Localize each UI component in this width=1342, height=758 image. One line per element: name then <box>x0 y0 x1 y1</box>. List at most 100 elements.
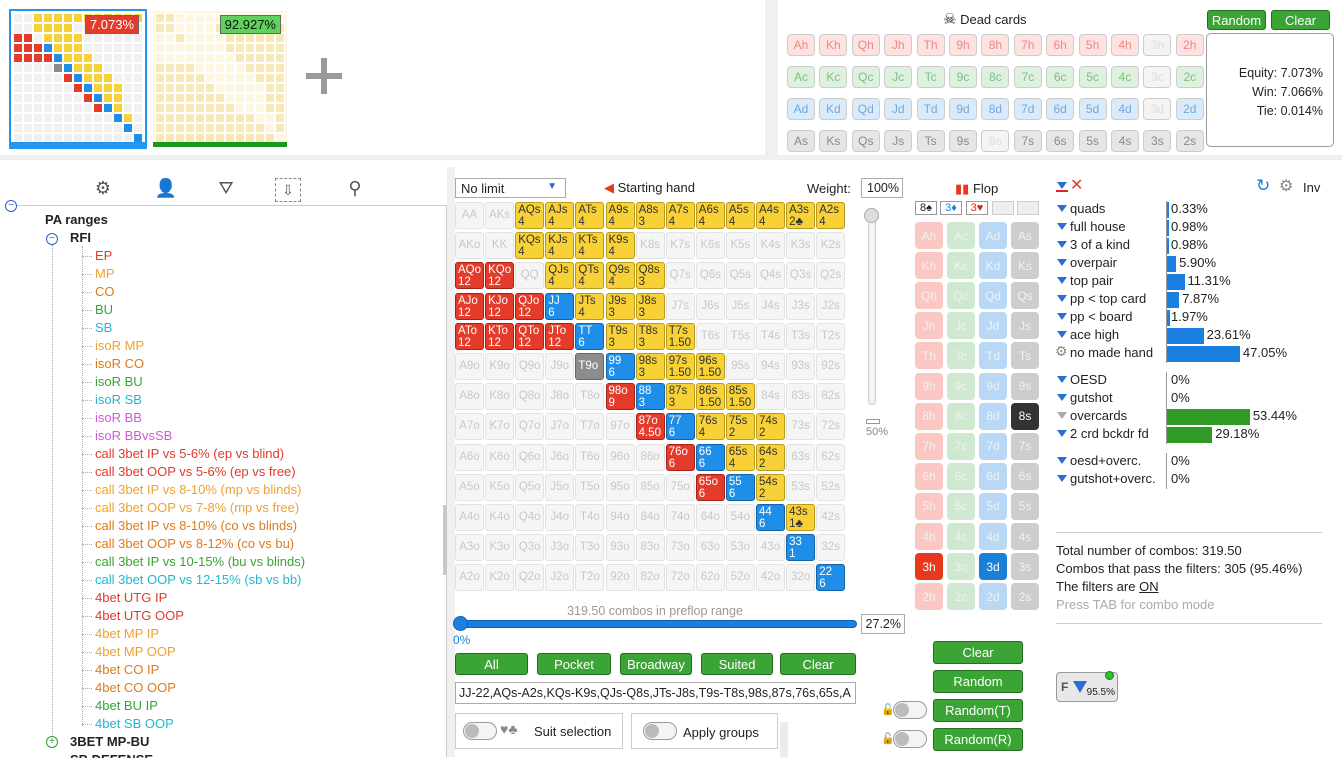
flop-card[interactable]: 2c <box>947 583 975 611</box>
hand-cell[interactable]: K9s 4 <box>605 232 635 260</box>
tree-root[interactable]: PA ranges <box>45 212 108 227</box>
hand-cell[interactable]: Q5s <box>725 262 755 290</box>
dead-card[interactable]: 9s <box>949 130 977 152</box>
hand-cell[interactable]: 76o 6 <box>665 443 695 471</box>
hand-cell[interactable]: TT 6 <box>575 322 605 350</box>
dead-card[interactable]: Qc <box>851 66 880 88</box>
dead-card[interactable]: Qh <box>851 34 880 56</box>
hand-cell[interactable]: J7o <box>545 413 575 441</box>
dead-card[interactable]: 8d <box>981 98 1010 120</box>
flop-card[interactable]: 9h <box>915 372 943 400</box>
flop-card[interactable]: 2d <box>979 583 1007 611</box>
tree-item[interactable]: 4bet CO IP <box>95 662 159 677</box>
hand-cell[interactable]: A6s 4 <box>695 202 725 229</box>
range-slider-track[interactable] <box>455 620 857 628</box>
range-slider-handle[interactable] <box>453 616 468 631</box>
range-thumb-hero[interactable]: 7.073% <box>9 9 147 149</box>
hand-cell[interactable]: 43s 1♣ <box>786 504 816 531</box>
flop-slot-2[interactable]: 3♦ <box>940 201 962 215</box>
dead-card[interactable]: 7s <box>1013 130 1042 152</box>
dead-card[interactable]: Ah <box>787 34 815 56</box>
hand-cell[interactable]: 76s 4 <box>695 413 725 441</box>
flop-card[interactable]: 2s <box>1011 583 1039 611</box>
hand-cell[interactable]: 33 1 <box>786 534 816 562</box>
flop-card[interactable]: 9s <box>1011 372 1039 400</box>
dead-card[interactable]: 3h <box>1143 34 1172 56</box>
hand-cell[interactable]: A5o <box>455 473 484 501</box>
hand-cell[interactable]: QJo 12 <box>515 292 545 320</box>
dead-card[interactable]: Kd <box>819 98 848 120</box>
hand-cell[interactable]: J2o <box>545 564 575 592</box>
hand-cell[interactable]: A9o <box>455 353 484 380</box>
hand-cell[interactable]: J6s <box>695 292 725 320</box>
flop-card[interactable]: 9c <box>947 372 975 400</box>
filter-icon[interactable] <box>1057 313 1067 320</box>
hand-cell[interactable]: JJ 6 <box>545 292 575 320</box>
flop-card[interactable]: 3h <box>915 553 943 581</box>
apply-groups-toggle[interactable] <box>643 722 677 740</box>
river-slot[interactable] <box>1017 201 1039 215</box>
hand-cell[interactable]: J7s <box>665 292 695 320</box>
hand-cell[interactable]: 84s <box>756 383 785 411</box>
dead-card[interactable]: 3s <box>1143 130 1172 152</box>
add-range-icon[interactable] <box>306 58 342 94</box>
hand-cell[interactable]: T5o <box>575 473 605 501</box>
flop-card[interactable]: 5d <box>979 492 1007 520</box>
hand-cell[interactable]: 75o <box>665 473 695 501</box>
dead-card[interactable]: 8c <box>981 66 1010 88</box>
dead-card[interactable]: Ac <box>787 66 815 88</box>
tree-item[interactable]: isoR BBvsSB <box>95 428 172 443</box>
hand-cell[interactable]: A7s 4 <box>665 202 695 229</box>
dead-card[interactable]: Th <box>916 34 945 56</box>
hand-cell[interactable]: K9o <box>485 353 515 380</box>
hand-cell[interactable]: Q4s <box>756 262 785 290</box>
flop-card[interactable]: Td <box>979 342 1007 370</box>
filters-on-link[interactable]: ON <box>1139 579 1159 594</box>
dead-card[interactable]: 2s <box>1175 130 1204 152</box>
splitter[interactable] <box>447 167 455 757</box>
close-icon[interactable]: ✕ <box>1070 175 1083 195</box>
dead-card[interactable]: As <box>787 130 815 152</box>
flop-clear-button[interactable]: Clear <box>933 641 1023 664</box>
tree-item[interactable]: EP <box>95 248 112 263</box>
hand-cell[interactable]: 22 6 <box>816 564 846 592</box>
flop-card[interactable]: 8h <box>915 402 943 430</box>
hand-cell[interactable]: 83s <box>786 383 816 411</box>
hand-cell[interactable]: 32s <box>816 534 846 562</box>
hand-cell[interactable]: 65o 6 <box>695 473 725 501</box>
tree-item[interactable]: 4bet CO OOP <box>95 680 176 695</box>
hand-cell[interactable]: J5s <box>725 292 755 320</box>
dead-card[interactable]: Js <box>884 130 913 152</box>
hand-cell[interactable]: Q3s <box>786 262 816 290</box>
hand-cell[interactable]: T8s 3 <box>635 322 665 350</box>
hand-cell[interactable]: 64s 2 <box>756 443 785 471</box>
hand-cell[interactable]: A8s 3 <box>635 202 665 229</box>
hand-cell[interactable]: K6s <box>695 232 725 260</box>
dead-card[interactable]: 4d <box>1111 98 1139 120</box>
hand-cell[interactable]: K3o <box>485 534 515 562</box>
flop-card[interactable]: 5s <box>1011 492 1039 520</box>
hand-cell[interactable]: T6s <box>695 322 725 350</box>
tree-item[interactable]: isoR MP <box>95 338 144 353</box>
hand-cell[interactable]: 63o <box>695 534 725 562</box>
dead-card[interactable]: 3d <box>1143 98 1172 120</box>
flop-card[interactable]: 3c <box>947 553 975 581</box>
hand-cell[interactable]: T3s <box>786 322 816 350</box>
hand-cell[interactable]: 96o <box>605 443 635 471</box>
hand-cell[interactable]: T5s <box>725 322 755 350</box>
random-t-toggle[interactable] <box>893 701 927 719</box>
hand-cell[interactable]: 94s <box>756 353 785 380</box>
expand-icon[interactable]: + <box>46 736 58 748</box>
hand-cell[interactable]: Q4o <box>515 504 545 531</box>
tree-item[interactable]: CO <box>95 284 115 299</box>
flop-card[interactable]: Jc <box>947 312 975 340</box>
hand-cell[interactable]: 44 6 <box>756 504 785 531</box>
hand-cell[interactable]: Q2s <box>816 262 846 290</box>
dead-card[interactable]: 6d <box>1046 98 1075 120</box>
tree-group-rfi[interactable]: RFI <box>70 230 91 245</box>
hand-cell[interactable]: A2o <box>455 564 484 592</box>
dead-card[interactable]: 5d <box>1078 98 1107 120</box>
hand-cell[interactable]: Q9o <box>515 353 545 380</box>
hand-cell[interactable]: 74s 2 <box>756 413 785 441</box>
search-icon[interactable]: ⚲ <box>342 178 368 202</box>
